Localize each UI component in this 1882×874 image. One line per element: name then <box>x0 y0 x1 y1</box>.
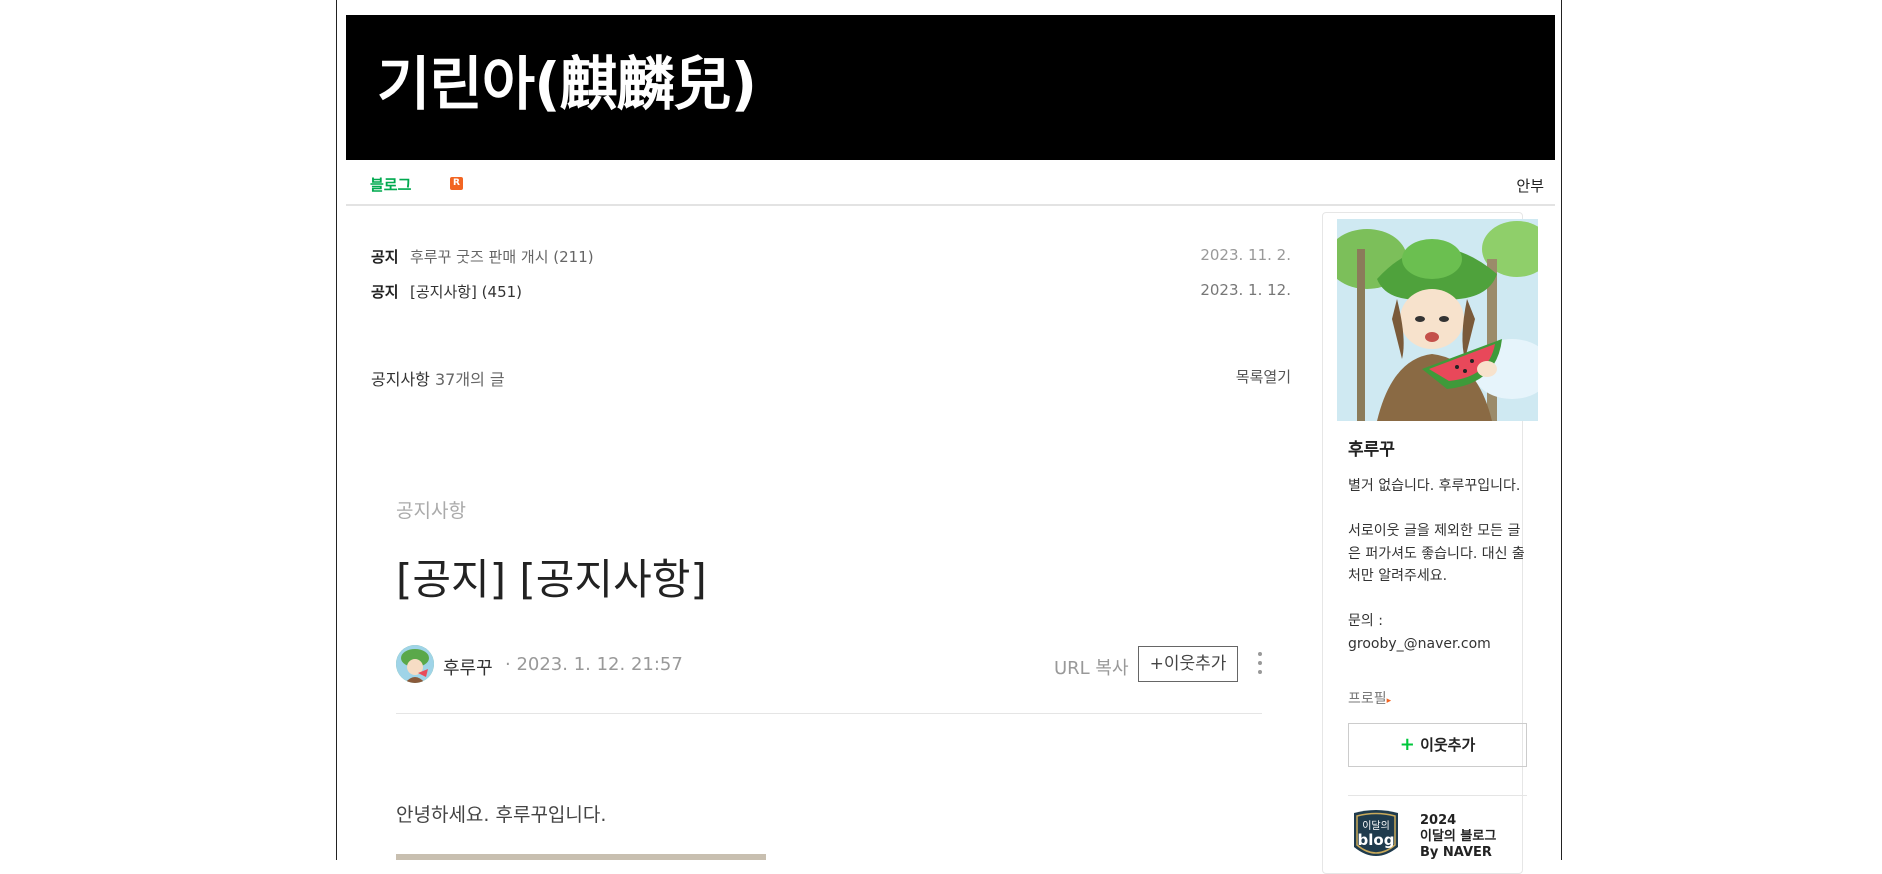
post-divider <box>396 713 1262 714</box>
plus-icon: + <box>1399 734 1415 755</box>
award-by: By NAVER <box>1420 845 1492 860</box>
arrow-right-icon: ▸ <box>1386 696 1392 706</box>
blog-menu-bar: 블로그 R 안부 <box>346 160 1555 206</box>
post-title: [공지] [공지사항] <box>396 555 707 604</box>
award-text: 2024 이달의 블로그 By NAVER <box>1420 813 1496 861</box>
notice-label: 공지 <box>371 283 399 301</box>
notice-date: 2023. 1. 12. <box>1200 281 1291 299</box>
add-neighbor-button[interactable]: +이웃추가 <box>1138 646 1238 682</box>
post-category[interactable]: 공지사항 <box>396 496 466 523</box>
award-title: 이달의 블로그 <box>1420 829 1497 844</box>
notice-row[interactable]: 공지 [공지사항] (451) 2023. 1. 12. <box>371 281 1291 305</box>
menu-blog-link[interactable]: 블로그 <box>370 174 411 195</box>
post-body-text: 안녕하세요. 후루꾸입니다. <box>396 804 607 826</box>
toc-toggle-button[interactable]: 목록열기 <box>1236 366 1291 387</box>
category-header: 공지사항 37개의 글 목록열기 <box>371 366 1291 390</box>
post-date: · 2023. 1. 12. 21:57 <box>505 654 683 675</box>
profile-sidebar: 후루꾸 별거 없습니다. 후루꾸입니다. 서로이웃 글을 제외한 모든 글은 퍼… <box>1322 212 1538 874</box>
sidebar-add-neighbor-label: 이웃추가 <box>1420 736 1476 754</box>
blog-banner[interactable]: 기린아(麒麟兒) <box>346 15 1555 160</box>
author-avatar[interactable] <box>396 645 434 683</box>
profile-link-label[interactable]: 프로필 <box>1348 691 1387 707</box>
url-copy-button[interactable]: URL 복사 <box>1054 654 1129 680</box>
menu-guestbook-link[interactable]: 안부 <box>1516 175 1544 196</box>
category-name[interactable]: 공지사항 <box>371 370 430 389</box>
profile-image[interactable] <box>1337 219 1538 421</box>
notice-date: 2023. 11. 2. <box>1200 246 1291 264</box>
notice-label: 공지 <box>371 248 399 266</box>
author-name[interactable]: 후루꾸 <box>443 654 493 680</box>
category-post-count: 37개의 글 <box>434 370 505 389</box>
blog-of-month-badge-icon[interactable]: 이달의 blog <box>1348 809 1404 865</box>
sidebar-divider <box>1348 795 1527 796</box>
notice-title[interactable]: 후루꾸 굿즈 판매 개시 (211) <box>410 246 594 267</box>
post-image[interactable] <box>396 854 766 860</box>
badge-text-line2: blog <box>1358 831 1395 849</box>
blog-title[interactable]: 기린아(麒麟兒) <box>377 55 757 113</box>
award-year: 2024 <box>1420 813 1457 828</box>
profile-link[interactable]: 프로필▸ <box>1348 688 1391 708</box>
sidebar-add-neighbor-button[interactable]: + 이웃추가 <box>1348 723 1527 767</box>
profile-nickname: 후루꾸 <box>1348 440 1395 460</box>
blog-page: 기린아(麒麟兒) 블로그 R 안부 공지 후루꾸 굿즈 판매 개시 (211) … <box>336 0 1562 874</box>
r-badge-icon: R <box>450 177 463 190</box>
notice-title[interactable]: [공지사항] (451) <box>410 281 522 302</box>
notice-row[interactable]: 공지 후루꾸 굿즈 판매 개시 (211) 2023. 11. 2. <box>371 246 1291 270</box>
profile-description: 별거 없습니다. 후루꾸입니다. 서로이웃 글을 제외한 모든 글은 퍼가셔도 … <box>1348 478 1525 652</box>
more-options-icon[interactable] <box>1257 652 1263 678</box>
